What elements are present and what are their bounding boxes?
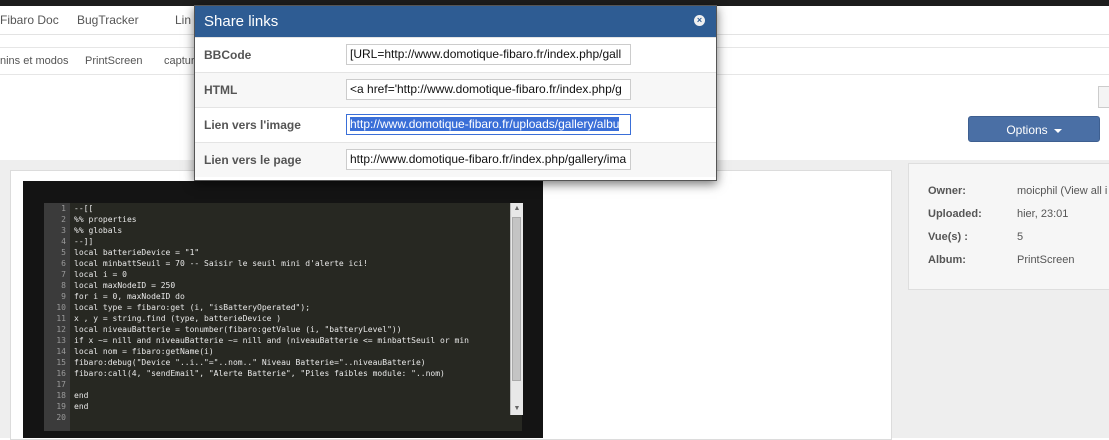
code-line: 18 end xyxy=(44,391,510,401)
code-line: 19 end xyxy=(44,402,510,412)
code-line-number: 12 xyxy=(56,325,66,334)
code-line: 12 local niveauBatterie = tonumber(fibaro… xyxy=(44,325,510,335)
modal-header: Share links × xyxy=(195,6,716,37)
meta-owner-label: Owner: xyxy=(928,185,966,197)
code-line-number: 10 xyxy=(56,303,66,312)
code-line-text: local nom = fibaro:getName(i) xyxy=(74,347,214,356)
share-row-page-link: Lien vers le page http://www.domotique-f… xyxy=(195,142,716,177)
code-line: 8 local maxNodeID = 250 xyxy=(44,281,510,291)
code-line: 1 --[[ xyxy=(44,204,510,214)
image-link-field[interactable]: http://www.domotique-fibaro.fr/uploads/g… xyxy=(346,114,631,135)
code-line: 7 local i = 0 xyxy=(44,270,510,280)
options-button-label: Options xyxy=(1006,123,1048,137)
code-line: 15 fibaro:debug("Device "..i.."="..nom.."… xyxy=(44,358,510,368)
meta-uploaded-value: hier, 23:01 xyxy=(1017,208,1069,220)
scroll-thumb xyxy=(512,217,521,381)
code-line-number: 19 xyxy=(56,402,66,411)
meta-album-label: Album: xyxy=(928,254,966,266)
toolbar-button[interactable] xyxy=(1098,86,1109,108)
code-line-text: for i = 0, maxNodeID do xyxy=(74,292,185,301)
code-line-text: local minbattSeuil = 70 -- Saisir le seu… xyxy=(74,259,368,268)
code-line: 6 local minbattSeuil = 70 -- Saisir le se… xyxy=(44,259,510,269)
share-label-image-link: Lien vers l'image xyxy=(204,118,301,132)
code-line-text: end xyxy=(74,391,89,400)
subnav-link-printscreen[interactable]: PrintScreen xyxy=(85,55,142,67)
share-links-modal: Share links × BBCode [URL=http://www.dom… xyxy=(194,5,717,181)
bbcode-link-field[interactable]: [URL=http://www.domotique-fibaro.fr/inde… xyxy=(346,44,631,65)
subnav-link-capture[interactable]: captur xyxy=(164,55,195,67)
html-link-field[interactable]: <a href='http://www.domotique-fibaro.fr/… xyxy=(346,79,631,100)
meta-views-value: 5 xyxy=(1017,231,1024,243)
meta-owner-link[interactable]: moicphil (View all i xyxy=(1017,185,1107,197)
code-line-number: 3 xyxy=(61,226,66,235)
code-line-number: 14 xyxy=(56,347,66,356)
meta-views-label: Vue(s) : xyxy=(928,231,968,243)
code-line-text: end xyxy=(74,402,89,411)
code-line-number: 15 xyxy=(56,358,66,367)
code-line-text: local maxNodeID = 250 xyxy=(74,281,176,290)
code-line: 16 fibaro:call(4, "sendEmail", "Alerte Ba… xyxy=(44,369,510,379)
share-row-bbcode: BBCode [URL=http://www.domotique-fibaro.… xyxy=(195,37,716,72)
code-line-text: --]] xyxy=(74,237,94,246)
code-line-text: local type = fibaro:get (i, "isBatteryOp… xyxy=(74,303,311,312)
code-line-text: fibaro:debug("Device "..i.."="..nom.." N… xyxy=(74,358,426,367)
code-line-number: 20 xyxy=(56,413,66,422)
share-label-bbcode: BBCode xyxy=(204,48,252,62)
code-line-text: fibaro:call(4, "sendEmail", "Alerte Batt… xyxy=(74,369,445,378)
code-line-number: 1 xyxy=(61,204,66,213)
code-line-number: 2 xyxy=(61,215,66,224)
code-line: 5 local batterieDevice = "1" xyxy=(44,248,510,258)
meta-album-link[interactable]: PrintScreen xyxy=(1017,254,1074,266)
close-icon[interactable]: × xyxy=(694,15,705,26)
code-line-text: --[[ xyxy=(74,204,94,213)
code-line-text: local niveauBatterie = tonumber(fibaro:g… xyxy=(74,325,402,334)
options-button[interactable]: Options xyxy=(968,116,1100,142)
code-editor-image: 1 --[[ 2 %% properties 3 %% globals 4 --]] 5 loca… xyxy=(44,203,522,431)
code-line-text: x , y = string.find (type, batterieDevic… xyxy=(74,314,282,323)
code-line-number: 13 xyxy=(56,336,66,345)
modal-title: Share links xyxy=(204,13,279,30)
code-line: 20 xyxy=(44,413,510,423)
code-line-number: 5 xyxy=(61,248,66,257)
meta-uploaded-label: Uploaded: xyxy=(928,208,982,220)
image-link-selected-text: http://www.domotique-fibaro.fr/uploads/g… xyxy=(350,117,620,131)
code-line-number: 8 xyxy=(61,281,66,290)
code-line-number: 9 xyxy=(61,292,66,301)
code-line-number: 4 xyxy=(61,237,66,246)
share-label-html: HTML xyxy=(204,83,238,97)
code-line: 11 x , y = string.find (type, batterieDev… xyxy=(44,314,510,324)
code-line-text: %% properties xyxy=(74,215,137,224)
subnav-link-admins[interactable]: nins et modos xyxy=(0,55,68,67)
code-line: 14 local nom = fibaro:getName(i) xyxy=(44,347,510,357)
share-label-page-link: Lien vers le page xyxy=(204,153,302,167)
code-line: 2 %% properties xyxy=(44,215,510,225)
nav-link-fibaro-doc[interactable]: Fibaro Doc xyxy=(0,13,59,27)
code-line-number: 6 xyxy=(61,259,66,268)
code-line: 10 local type = fibaro:get (i, "isBattery… xyxy=(44,303,510,313)
code-line: 13 if x ~= nill and niveauBatterie ~= nil… xyxy=(44,336,510,346)
code-scrollbar: ▲ ▼ xyxy=(510,203,523,415)
code-line-text: if x ~= nill and niveauBatterie ~= nill … xyxy=(74,336,469,345)
share-row-html: HTML <a href='http://www.domotique-fibar… xyxy=(195,72,716,107)
code-line: 3 %% globals xyxy=(44,226,510,236)
nav-link-links[interactable]: Lin xyxy=(175,13,191,27)
code-line: 9 for i = 0, maxNodeID do xyxy=(44,292,510,302)
code-line: 4 --]] xyxy=(44,237,510,247)
scroll-down-icon: ▼ xyxy=(513,405,521,412)
caret-down-icon xyxy=(1053,128,1062,133)
code-line-text: %% globals xyxy=(74,226,123,235)
scroll-up-icon: ▲ xyxy=(513,205,521,212)
code-line: 17 xyxy=(44,380,510,390)
code-line-text: local batterieDevice = "1" xyxy=(74,248,200,257)
code-line-number: 16 xyxy=(56,369,66,378)
nav-link-bugtracker[interactable]: BugTracker xyxy=(77,13,139,27)
code-line-number: 7 xyxy=(61,270,66,279)
code-line-number: 11 xyxy=(56,314,66,323)
code-line-number: 18 xyxy=(56,391,66,400)
code-line-number: 17 xyxy=(56,380,66,389)
page-link-field[interactable]: http://www.domotique-fibaro.fr/index.php… xyxy=(346,149,631,170)
image-info-panel xyxy=(908,163,1109,290)
code-line-text: local i = 0 xyxy=(74,270,127,279)
share-row-image-link: Lien vers l'image http://www.domotique-f… xyxy=(195,107,716,142)
